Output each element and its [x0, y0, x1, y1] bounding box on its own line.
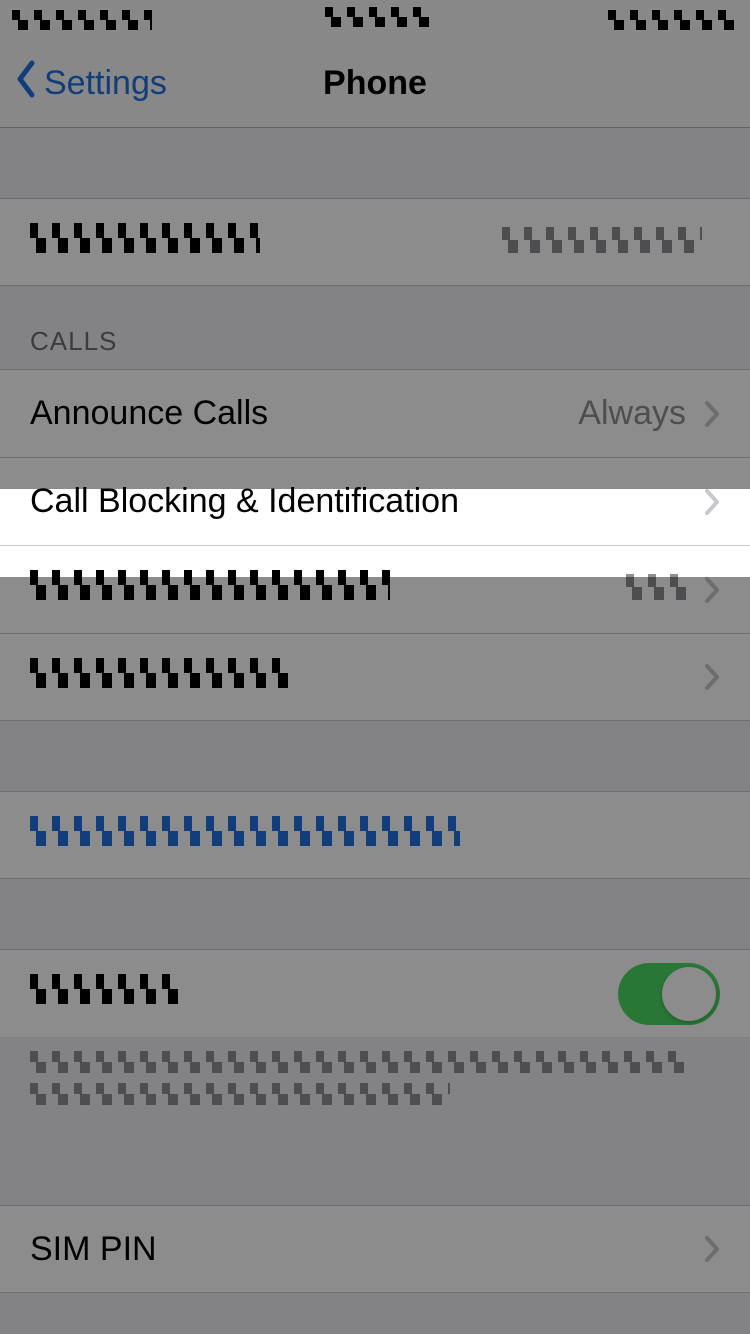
calls-other-devices-label: [30, 570, 626, 609]
change-voicemail-password-label: [30, 816, 720, 855]
call-blocking-label: Call Blocking & Identification: [30, 482, 704, 521]
wifi-calling-label: [30, 658, 704, 697]
calls-other-devices-value: [626, 570, 686, 609]
status-bar: [0, 0, 750, 40]
cell-calls-other-devices[interactable]: [0, 545, 750, 633]
cell-my-number[interactable]: [0, 198, 750, 286]
my-number-label: [30, 223, 502, 262]
status-left: [12, 10, 152, 30]
sim-pin-label: SIM PIN: [30, 1230, 704, 1269]
cell-announce-calls[interactable]: Announce Calls Always: [0, 369, 750, 457]
announce-calls-value: Always: [578, 394, 686, 433]
tty-toggle[interactable]: [618, 963, 720, 1025]
battery-redacted: [608, 10, 738, 30]
chevron-right-icon: [704, 488, 720, 516]
group-voicemail: [0, 791, 750, 879]
carrier-redacted: [12, 10, 152, 30]
announce-calls-label: Announce Calls: [30, 394, 578, 433]
back-label: Settings: [44, 64, 167, 103]
back-button[interactable]: Settings: [0, 59, 167, 108]
group-sim: SIM PIN: [0, 1205, 750, 1293]
chevron-right-icon: [704, 400, 720, 428]
cell-wifi-calling[interactable]: [0, 633, 750, 721]
chevron-right-icon: [704, 1235, 720, 1263]
status-time: [152, 6, 608, 34]
group-my-number: [0, 198, 750, 286]
cell-tty[interactable]: [0, 949, 750, 1037]
cell-change-voicemail-password[interactable]: [0, 791, 750, 879]
status-right: [608, 10, 738, 30]
chevron-right-icon: [704, 663, 720, 691]
chevron-right-icon: [704, 576, 720, 604]
group-header-calls: CALLS: [0, 286, 750, 369]
tty-label: [30, 974, 618, 1013]
time-redacted: [325, 7, 435, 27]
group-tty: [0, 949, 750, 1135]
cell-sim-pin[interactable]: SIM PIN: [0, 1205, 750, 1293]
nav-bar: Settings Phone: [0, 40, 750, 128]
my-number-value: [502, 223, 702, 262]
group-calls: CALLS Announce Calls Always Call Blockin…: [0, 286, 750, 721]
chevron-left-icon: [14, 59, 38, 108]
cell-call-blocking[interactable]: Call Blocking & Identification: [0, 457, 750, 545]
tty-footer: [0, 1037, 750, 1135]
